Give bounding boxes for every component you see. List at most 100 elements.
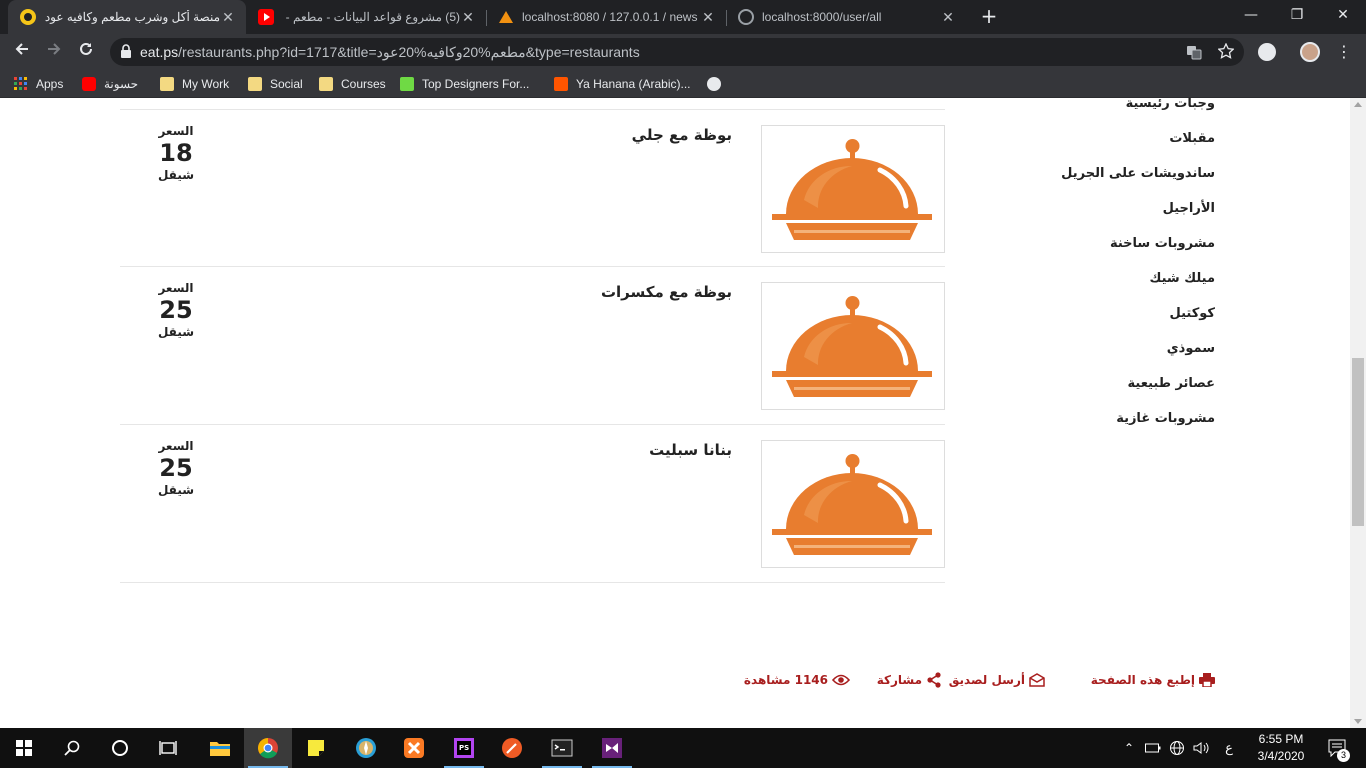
visual-studio-app[interactable] — [588, 728, 636, 768]
tab-title: (5) مشروع قواعد البيانات - مطعم - — [285, 10, 460, 24]
views-count: 1146 مشاهدة — [744, 668, 850, 692]
search-icon — [64, 740, 80, 756]
compass-app[interactable] — [342, 728, 390, 768]
chrome-app[interactable] — [244, 728, 292, 768]
food-image[interactable] — [761, 440, 945, 568]
bookmark-my-work[interactable]: My Work — [160, 75, 229, 93]
food-cloche-icon — [772, 296, 932, 397]
food-image[interactable] — [761, 125, 945, 253]
battery-icon[interactable] — [1142, 728, 1164, 768]
close-tab-icon[interactable]: ✕ — [220, 9, 236, 26]
scroll-up-arrow-icon[interactable] — [1354, 102, 1362, 107]
bookmark-star-icon[interactable] — [1218, 43, 1234, 59]
page-scrollbar[interactable] — [1350, 98, 1366, 728]
close-tab-icon[interactable]: ✕ — [460, 9, 476, 26]
start-button[interactable] — [0, 728, 48, 768]
network-globe-icon[interactable] — [1166, 728, 1188, 768]
print-page-button[interactable]: إطبع هذه الصفحة — [1091, 668, 1215, 692]
tab-title: localhost:8000/user/all — [762, 10, 882, 24]
postman-app[interactable] — [488, 728, 536, 768]
translate-icon[interactable] — [1186, 44, 1202, 60]
bookmarks-bar: Apps حسونة My Work Social Courses Top De… — [0, 70, 1366, 98]
reload-icon — [80, 42, 92, 55]
cortana-circle-icon — [112, 740, 128, 756]
new-tab-button[interactable]: + — [978, 5, 1000, 27]
show-hidden-icons-chevron-icon[interactable]: ⌃ — [1120, 728, 1138, 768]
youtube-icon — [82, 77, 96, 91]
food-cloche-icon — [772, 139, 932, 240]
cortana-button[interactable] — [96, 728, 144, 768]
bookmark-top-designers[interactable]: Top Designers For... — [400, 75, 529, 93]
search-button[interactable] — [48, 728, 96, 768]
category-item[interactable]: وجبات رئيسية — [1126, 98, 1215, 111]
globe-icon — [738, 9, 754, 25]
tab-title: localhost:8080 / 127.0.0.1 / news — [522, 10, 698, 24]
phpstorm-app[interactable]: PS — [440, 728, 488, 768]
tab-localhost-users[interactable]: localhost:8000/user/all ✕ — [726, 0, 966, 34]
currency-label: شيقل — [157, 168, 195, 182]
lock-icon[interactable] — [120, 44, 132, 58]
phpstorm-icon: PS — [454, 738, 474, 758]
tab-phpmyadmin[interactable]: localhost:8080 / 127.0.0.1 / news ✕ — [486, 0, 726, 34]
share-button[interactable]: مشاركة — [877, 668, 942, 692]
compass-icon — [356, 738, 376, 758]
close-window-button[interactable]: ✕ — [1320, 0, 1366, 32]
category-item[interactable]: مقبلات — [1169, 131, 1215, 146]
terminal-app[interactable] — [538, 728, 586, 768]
item-name: بوظة مع مكسرات — [600, 283, 732, 301]
url-text: eat.ps/restaurants.php?id=1717&title=مطع… — [140, 44, 640, 60]
task-view-button[interactable] — [144, 728, 192, 768]
item-name: بنانا سبليت — [649, 441, 732, 459]
restore-button[interactable]: ❐ — [1274, 0, 1320, 32]
bookmark-courses[interactable]: Courses — [319, 75, 386, 93]
bookmark-social[interactable]: Social — [248, 75, 303, 93]
food-image[interactable] — [761, 282, 945, 410]
terminal-icon — [551, 739, 573, 757]
notification-count: 3 — [1337, 749, 1350, 762]
menu-kebab-icon[interactable]: ⋮ — [1336, 42, 1352, 62]
bookmark-apps[interactable]: Apps — [14, 75, 63, 93]
volume-icon[interactable] — [1190, 728, 1212, 768]
price-label: السعر — [158, 281, 194, 295]
profile-avatar[interactable] — [1300, 42, 1320, 62]
xampp-app[interactable] — [390, 728, 438, 768]
bookmark-hassouna[interactable]: حسونة — [82, 75, 138, 93]
bookmark-ya-hanana[interactable]: Ya Hanana (Arabic)... — [554, 75, 691, 93]
extension-icon[interactable] — [1258, 43, 1276, 61]
soundcloud-icon — [554, 77, 568, 91]
input-language-indicator[interactable]: ع — [1218, 728, 1240, 768]
category-item[interactable]: مشروبات غازية — [1116, 411, 1215, 426]
scroll-down-arrow-icon[interactable] — [1354, 719, 1362, 724]
close-tab-icon[interactable]: ✕ — [700, 9, 716, 26]
notifications-button[interactable]: 3 — [1322, 728, 1354, 768]
svg-text:PS: PS — [459, 744, 469, 752]
currency-label: شيقل — [157, 483, 195, 497]
reload-button[interactable] — [72, 38, 100, 66]
system-clock[interactable]: 6:55 PM 3/4/2020 — [1248, 731, 1314, 765]
tab-youtube[interactable]: (5) مشروع قواعد البيانات - مطعم - ✕ — [246, 0, 486, 34]
address-bar[interactable]: eat.ps/restaurants.php?id=1717&title=مطع… — [110, 38, 1244, 66]
page-content: وجبات رئيسية مقبلات ساندويشات على الجريل… — [0, 98, 1350, 728]
forward-button[interactable] — [40, 38, 68, 66]
bookmark-globe[interactable] — [707, 75, 729, 93]
chrome-icon — [258, 738, 278, 759]
eye-icon — [832, 674, 850, 686]
category-item[interactable]: ساندويشات على الجريل — [1061, 166, 1215, 181]
sticky-notes-app[interactable] — [292, 728, 340, 768]
tab-eat-ps[interactable]: منصة أكل وشرب مطعم وكافيه عود ✕ — [8, 0, 246, 34]
file-explorer-app[interactable] — [196, 728, 244, 768]
price-box: السعر 25 شيقل — [140, 439, 212, 497]
send-to-friend-button[interactable]: أرسل لصديق — [949, 668, 1045, 692]
menu-item-row: بوظة مع جلي السعر 18 شيقل — [120, 109, 945, 267]
category-item[interactable]: عصائر طبيعية — [1128, 376, 1215, 391]
category-item[interactable]: مشروبات ساخنة — [1110, 236, 1215, 251]
postman-icon — [502, 738, 522, 758]
scrollbar-thumb[interactable] — [1352, 358, 1364, 526]
category-item[interactable]: الأراجيل — [1163, 201, 1215, 216]
category-item[interactable]: كوكتيل — [1170, 306, 1216, 321]
close-tab-icon[interactable]: ✕ — [940, 9, 956, 26]
category-item[interactable]: سموذي — [1167, 341, 1215, 356]
minimize-button[interactable]: — — [1228, 0, 1274, 32]
back-button[interactable] — [8, 38, 36, 66]
category-item[interactable]: ميلك شيك — [1150, 271, 1216, 286]
